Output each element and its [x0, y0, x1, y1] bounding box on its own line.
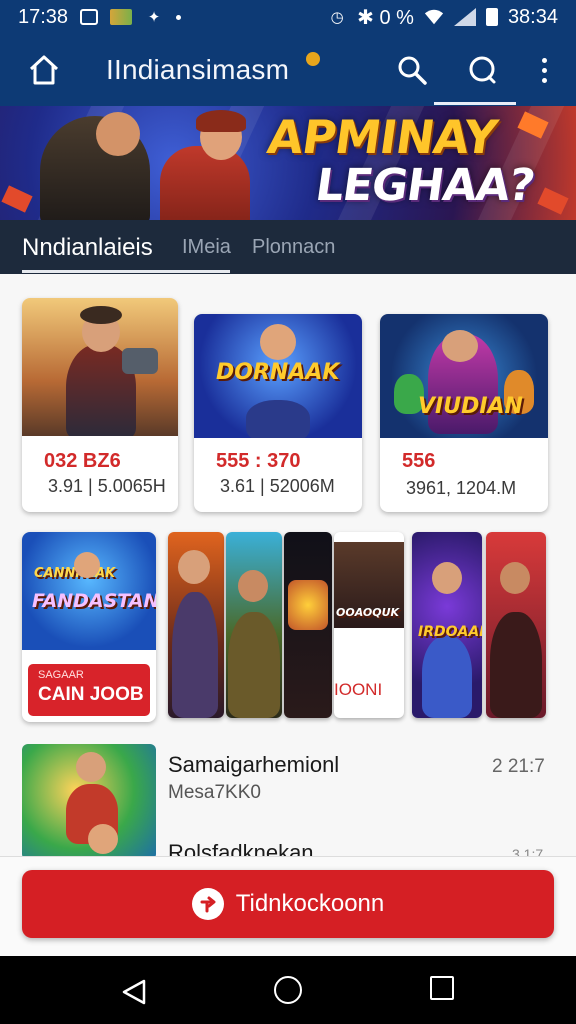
game-card-1-sub: 3.91 | 5.0065H	[48, 476, 166, 496]
featured-card-button-top: SAGAAR	[38, 669, 84, 681]
game-card-2-sub: 3.61 | 52006M	[220, 476, 335, 496]
strip-card-3[interactable]	[284, 532, 332, 718]
status-time: 17:38	[18, 5, 69, 28]
notification-icon	[80, 9, 99, 25]
tab-nndianlaieis[interactable]: Nndianlaieis	[22, 234, 153, 262]
list-item-title[interactable]: Samaigarhemionl	[168, 752, 339, 778]
featured-card-art: CANNNEAK FANDASTAN	[22, 532, 156, 650]
news-icon	[110, 9, 133, 25]
game-card-3[interactable]: VIUDIAN 556 3961, 1204.M	[380, 314, 548, 512]
battery-text: 38:34	[507, 5, 558, 28]
strip-card-5[interactable]: IRDOAAK	[412, 532, 482, 718]
game-card-2-price: 555 : 370	[216, 450, 301, 472]
game-card-2-art: DORNAAK	[194, 314, 362, 438]
title-badge-icon	[306, 52, 320, 66]
banner-hero-2-hair	[196, 110, 246, 132]
tab-imeia[interactable]: IMeia	[182, 236, 231, 259]
active-underline	[434, 102, 516, 105]
app-bar: IIndiansimasm	[0, 34, 576, 106]
game-card-3-logo: VIUDIAN	[418, 394, 523, 419]
strip-card-5-logo: IRDOAAK	[418, 624, 482, 640]
tab-bar: Nndianlaieis IMeia Plonnacn	[0, 220, 576, 274]
recents-icon[interactable]	[430, 976, 454, 1000]
game-card-3-sub: 3961, 1204.M	[406, 478, 517, 498]
home-icon[interactable]	[26, 52, 62, 88]
search-tab-icon[interactable]	[462, 50, 502, 90]
home-nav-icon[interactable]	[274, 976, 302, 1004]
strip-card-6[interactable]	[486, 532, 546, 718]
list-item-time: 2 21:7	[492, 756, 545, 777]
dot-icon	[176, 14, 182, 20]
game-card-1-price: 032 BZ6	[44, 450, 121, 472]
game-card-3-art: VIUDIAN	[380, 314, 548, 438]
list-item-subtitle: Mesa7KK0	[168, 782, 261, 803]
featured-card-logo: FANDASTAN	[32, 590, 156, 612]
game-card-1-art	[22, 298, 178, 436]
status-bar: 17:38 ✦ ◷ ✱ 0 % 38:34	[0, 0, 576, 34]
signal-icon	[453, 8, 476, 26]
game-card-2[interactable]: DORNAAK 555 : 370 3.61 | 52006M	[194, 314, 362, 512]
primary-action-button[interactable]: Tidnkockoonn	[22, 870, 554, 938]
strip-card-4-logo: OOAOQUK	[336, 606, 400, 619]
featured-card[interactable]: CANNNEAK FANDASTAN SAGAAR CAIN JOOB	[22, 532, 156, 722]
status-right: ◷ ✱ 0 % 38:34	[327, 5, 558, 30]
featured-card-button[interactable]: SAGAAR CAIN JOOB	[28, 664, 150, 716]
strip-card-1[interactable]	[168, 532, 224, 718]
strip-card-4[interactable]: OOAOQUK IOONI	[334, 532, 404, 718]
strip-card-4-footer: IOONI	[334, 680, 383, 699]
tab-plonnacn[interactable]: Plonnacn	[252, 236, 335, 259]
status-indicators: ✱ 0 %	[357, 6, 414, 29]
battery-icon	[485, 8, 498, 26]
primary-action-label: Tidnkockoonn	[235, 890, 385, 917]
game-card-3-price: 556	[402, 450, 436, 472]
status-left: 17:38 ✦	[18, 5, 182, 29]
tab-indicator	[22, 270, 230, 273]
more-vert-icon[interactable]	[534, 52, 554, 88]
game-card-2-logo: DORNAAK	[216, 360, 340, 385]
wifi-icon	[424, 8, 444, 26]
search-icon[interactable]	[394, 52, 430, 88]
alarm-icon: ◷	[330, 9, 344, 26]
banner-title-2: LEGHAA?	[312, 160, 538, 211]
settings-icon: ✦	[147, 9, 161, 26]
screen: 17:38 ✦ ◷ ✱ 0 % 38:34 IIndiansimasm APMI…	[0, 0, 576, 1024]
system-nav-bar	[0, 956, 576, 1024]
game-card-1[interactable]: 032 BZ6 3.91 | 5.0065H	[22, 298, 178, 512]
strip-card-2[interactable]	[226, 532, 282, 718]
banner-hero-1-head	[96, 112, 140, 156]
banner-hero-2	[160, 146, 250, 220]
action-arrow-icon	[191, 888, 224, 920]
featured-card-button-label: CAIN JOOB	[38, 684, 144, 705]
banner-title-1: APMINAY	[264, 110, 501, 164]
list-item-thumbnail[interactable]	[22, 744, 156, 860]
app-title: IIndiansimasm	[106, 54, 290, 85]
back-icon[interactable]	[120, 978, 148, 1011]
